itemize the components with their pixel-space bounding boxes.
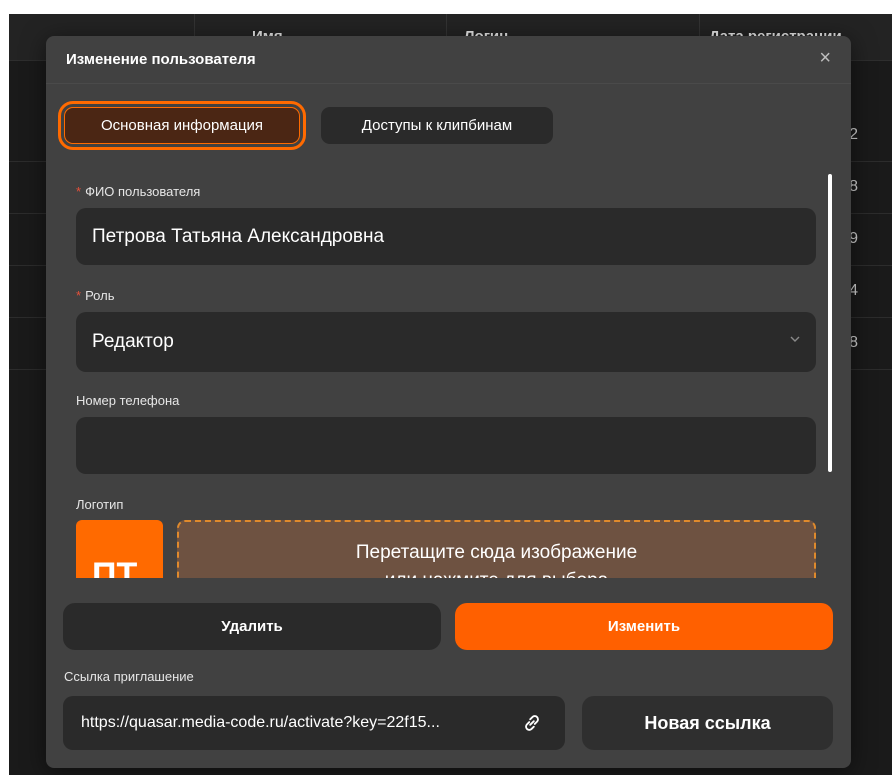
edit-button[interactable]: Изменить — [455, 603, 833, 650]
tab-clipbin-access[interactable]: Доступы к клипбинам — [321, 107, 553, 144]
invite-link-url: https://quasar.media-code.ru/activate?ke… — [81, 714, 440, 731]
delete-button[interactable]: Удалить — [63, 603, 441, 650]
role-select-value: Редактор — [92, 331, 174, 352]
invite-link-field[interactable]: https://quasar.media-code.ru/activate?ke… — [63, 696, 565, 750]
scrollbar[interactable] — [828, 174, 832, 472]
dropzone-text: Перетащите сюда изображение — [355, 542, 638, 563]
tab-main-info[interactable]: Основная информация — [58, 101, 306, 150]
header-divider — [46, 83, 851, 84]
dropzone-subtext: или нажмите для выбора — [179, 570, 814, 578]
full-name-input[interactable]: Петрова Татьяна Александровна — [76, 208, 816, 265]
phone-input[interactable] — [76, 417, 816, 474]
role-select[interactable]: Редактор — [76, 312, 816, 372]
required-marker: * — [76, 184, 82, 199]
edit-user-modal: Изменение пользователя × Основная информ… — [46, 36, 851, 768]
logo-preview: ПТ — [76, 520, 163, 578]
modal-title: Изменение пользователя — [66, 51, 256, 68]
invite-link-label: Ссылка приглашение — [64, 669, 194, 684]
close-icon[interactable]: × — [819, 48, 831, 68]
full-name-label: * ФИО пользователя — [76, 184, 201, 199]
logo-initials: ПТ — [92, 556, 138, 578]
logo-dropzone[interactable]: Перетащите сюда изображение или нажмите … — [177, 520, 816, 578]
required-marker: * — [76, 288, 82, 303]
new-link-button[interactable]: Новая ссылка — [582, 696, 833, 750]
role-label: * Роль — [76, 288, 115, 303]
phone-label: Номер телефона — [76, 393, 180, 408]
form-scroll-area[interactable]: * ФИО пользователя Петрова Татьяна Алекса… — [46, 166, 851, 578]
link-icon[interactable] — [521, 712, 543, 734]
chevron-down-icon — [790, 336, 800, 342]
logo-label: Логотип — [76, 497, 124, 512]
